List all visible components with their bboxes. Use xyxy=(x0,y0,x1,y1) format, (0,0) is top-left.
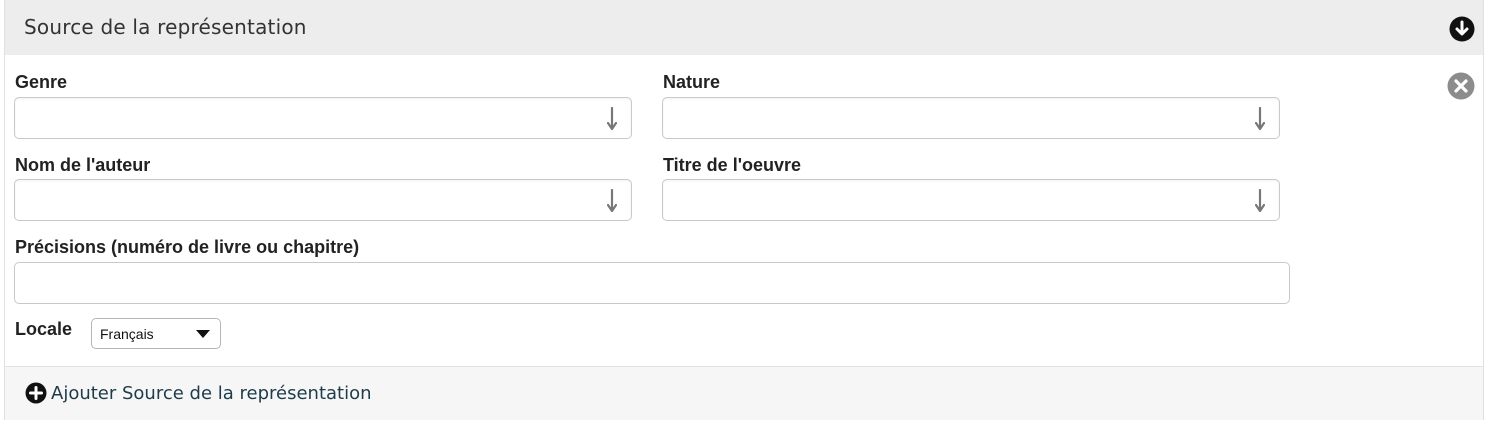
precisions-input[interactable] xyxy=(15,263,1289,303)
locale-select[interactable]: Français xyxy=(91,318,221,349)
genre-combobox[interactable] xyxy=(14,97,632,139)
arrow-down-icon[interactable] xyxy=(1255,189,1265,213)
nature-label: Nature xyxy=(663,72,721,92)
locale-selected-value: Français xyxy=(100,326,154,342)
genre-input[interactable] xyxy=(15,98,539,138)
locale-label: Locale xyxy=(15,319,73,339)
auteur-label: Nom de l'auteur xyxy=(15,155,151,175)
caret-down-icon xyxy=(196,330,210,338)
titre-label: Titre de l'oeuvre xyxy=(663,155,801,175)
auteur-input[interactable] xyxy=(15,180,539,220)
add-source-link[interactable]: Ajouter Source de la représentation xyxy=(25,382,372,404)
precisions-field[interactable] xyxy=(14,262,1290,304)
genre-label: Genre xyxy=(15,72,68,92)
section-footer: Ajouter Source de la représentation xyxy=(5,366,1483,420)
arrow-down-icon[interactable] xyxy=(607,107,617,131)
arrow-down-icon[interactable] xyxy=(607,189,617,213)
arrow-down-icon[interactable] xyxy=(1255,107,1265,131)
auteur-combobox[interactable] xyxy=(14,179,632,221)
precisions-label: Précisions (numéro de livre ou chapitre) xyxy=(15,237,360,257)
section-title: Source de la représentation xyxy=(24,15,307,39)
chevron-down-circle-icon[interactable] xyxy=(1449,16,1475,42)
plus-circle-icon xyxy=(25,382,47,404)
close-circle-icon[interactable] xyxy=(1447,72,1475,100)
nature-combobox[interactable] xyxy=(662,97,1280,139)
add-source-label: Ajouter Source de la représentation xyxy=(51,382,372,404)
titre-combobox[interactable] xyxy=(662,179,1280,221)
source-panel: Source de la représentation Genre Nature… xyxy=(4,0,1484,420)
nature-input[interactable] xyxy=(663,98,1187,138)
section-header[interactable]: Source de la représentation xyxy=(5,0,1483,55)
titre-input[interactable] xyxy=(663,180,1187,220)
